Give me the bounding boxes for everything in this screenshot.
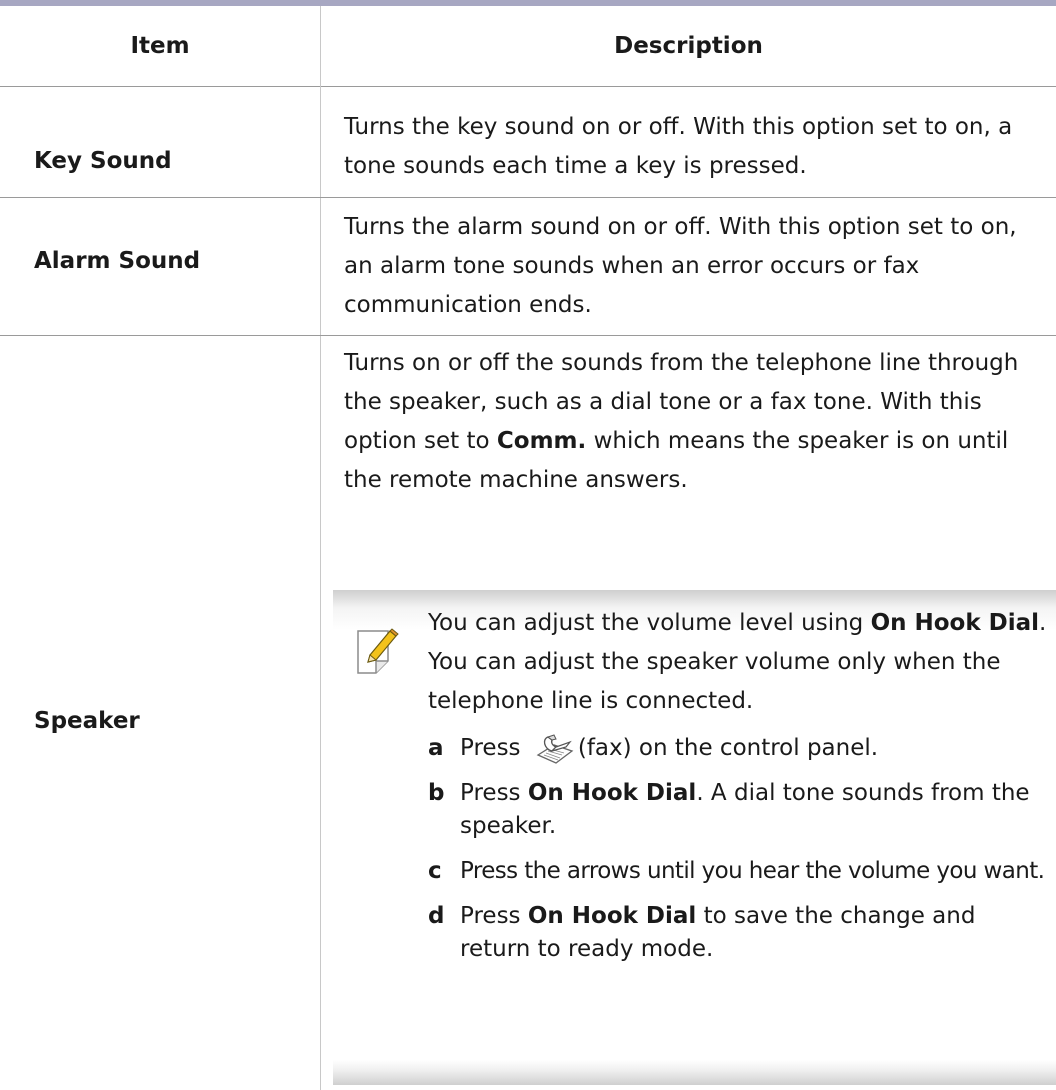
row-item-alarm-sound: Alarm Sound — [34, 248, 201, 274]
row-description-alarm-sound: Turns the alarm sound on or off. With th… — [344, 214, 1017, 318]
list-item: c Press the arrows until you hear the vol… — [428, 855, 1048, 888]
step-text-pre: Press — [460, 903, 528, 929]
column-divider — [320, 6, 321, 1090]
row-item-speaker: Speaker — [34, 708, 140, 734]
row-description-key-sound: Turns the key sound on or off. With this… — [344, 114, 1013, 179]
step-letter: b — [428, 780, 445, 806]
steps-list: a Press (fax) on the control panel. b Pres… — [428, 732, 1048, 978]
row-divider — [0, 197, 1056, 198]
row-divider — [0, 335, 1056, 336]
list-item: a Press (fax) on the control panel. — [428, 732, 1048, 765]
header-description: Description — [614, 33, 763, 59]
step-text: Press the arrows until you hear the volu… — [460, 858, 1045, 884]
step-text-post: (fax) on the control panel. — [577, 735, 879, 761]
note-text-pre: You can adjust the volume level using — [428, 610, 871, 636]
list-item: d Press On Hook Dial to save the change a… — [428, 900, 1048, 966]
note-text-bold: On Hook Dial — [870, 610, 1040, 636]
list-item: b Press On Hook Dial. A dial tone sounds … — [428, 777, 1048, 843]
step-text-bold: On Hook Dial — [527, 903, 697, 929]
step-text-pre: Press — [460, 780, 528, 806]
row-item-key-sound: Key Sound — [34, 148, 172, 174]
note-text: You can adjust the volume level using On… — [428, 604, 1048, 721]
note-pencil-icon — [357, 628, 399, 674]
step-text-bold: On Hook Dial — [527, 780, 697, 806]
row-description-speaker: Turns on or off the sounds from the tele… — [344, 344, 1049, 500]
step-letter: c — [428, 858, 442, 884]
table-header: Item Description — [0, 6, 1056, 87]
header-item: Item — [130, 33, 190, 59]
step-letter: a — [428, 735, 444, 761]
step-text-pre: Press — [460, 735, 528, 761]
step-letter: d — [428, 903, 445, 929]
speaker-desc-bold: Comm. — [496, 428, 587, 454]
fax-icon — [536, 733, 574, 764]
